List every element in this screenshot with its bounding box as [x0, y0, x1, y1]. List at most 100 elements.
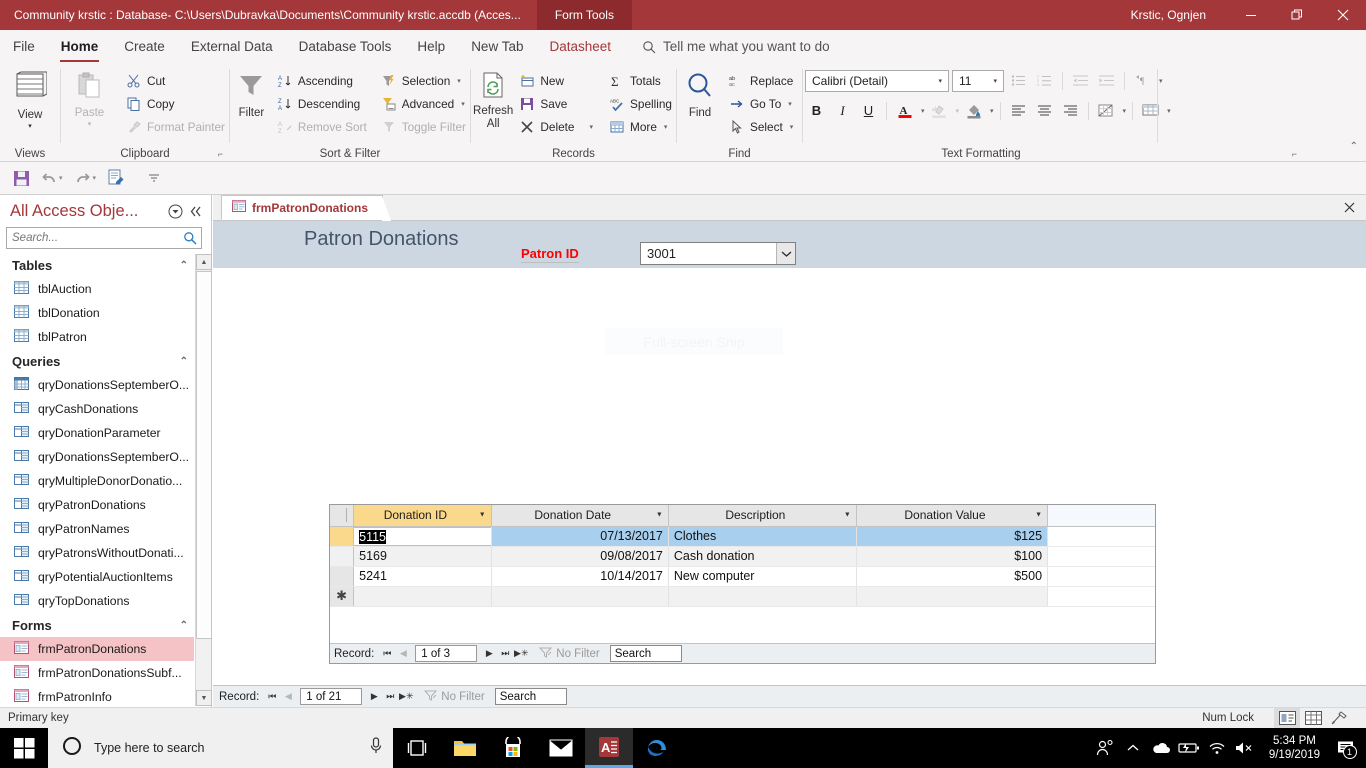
tab-new-tab[interactable]: New Tab — [458, 30, 536, 63]
nav-item-qrypatronnames[interactable]: qryPatronNames — [0, 517, 194, 541]
volume-muted-icon[interactable] — [1231, 728, 1259, 768]
nav-pane-collapse-icon[interactable] — [185, 205, 205, 218]
scrollbar-thumb[interactable] — [196, 271, 212, 639]
access-button[interactable]: A — [585, 728, 633, 768]
nav-group-queries[interactable]: Queries ⌃ — [0, 349, 194, 373]
first-record-button[interactable]: ⏮ — [379, 646, 395, 662]
tab-database-tools[interactable]: Database Tools — [286, 30, 405, 63]
chevron-down-icon[interactable]: ▼ — [1035, 512, 1042, 519]
document-tab-frmpatrondonations[interactable]: frmPatronDonations — [221, 195, 392, 221]
alternate-row-color-button[interactable] — [1095, 99, 1118, 122]
people-icon[interactable] — [1091, 728, 1119, 768]
row-selector[interactable] — [330, 526, 355, 547]
nav-item-qrymultipledonordonations[interactable]: qryMultipleDonorDonatio... — [0, 469, 194, 493]
minimize-button[interactable] — [1228, 0, 1274, 30]
copy-button[interactable]: Copy — [122, 93, 229, 115]
onedrive-icon[interactable] — [1147, 728, 1175, 768]
nav-pane-menu-icon[interactable] — [165, 204, 185, 219]
more-button[interactable]: More ▾ — [605, 116, 676, 138]
nav-pane-scrollbar[interactable]: ▲ ▼ — [195, 254, 212, 706]
collapse-ribbon-button[interactable]: ⌃ — [1350, 141, 1358, 152]
cell-description[interactable]: New computer — [668, 566, 857, 587]
mail-button[interactable] — [537, 728, 585, 768]
chevron-up-icon[interactable]: ⌃ — [180, 356, 188, 367]
form-search-box[interactable]: Search — [494, 688, 567, 705]
record-position-box[interactable]: 1 of 3 — [415, 645, 478, 662]
start-button[interactable] — [0, 728, 48, 768]
selection-button[interactable]: Selection ▾ — [377, 70, 470, 92]
cell-donation-id[interactable]: 5241 — [353, 566, 492, 587]
new-record-row[interactable]: ✱ — [330, 586, 1155, 607]
microphone-icon[interactable] — [369, 736, 383, 760]
cell-donation-value-new[interactable] — [856, 586, 1049, 607]
microsoft-store-button[interactable] — [489, 728, 537, 768]
select-all-corner[interactable] — [330, 505, 355, 527]
bold-button[interactable]: B — [805, 99, 828, 122]
column-header-description[interactable]: Description ▼ — [668, 505, 857, 527]
close-button[interactable] — [1320, 0, 1366, 30]
bullets-button[interactable] — [1007, 69, 1030, 92]
paste-button[interactable]: Paste ▾ — [61, 68, 118, 128]
table-row[interactable]: 5241 10/14/2017 New computer $500 — [330, 566, 1155, 587]
cell-donation-id[interactable]: 5169 — [353, 546, 492, 567]
nav-group-tables[interactable]: Tables ⌃ — [0, 253, 194, 277]
column-header-donation-id[interactable]: Donation ID ▼ — [353, 505, 492, 527]
select-button[interactable]: Select ▾ — [725, 116, 797, 138]
decrease-indent-button[interactable] — [1069, 69, 1092, 92]
row-selector[interactable] — [330, 566, 355, 587]
numbering-button[interactable]: 123 — [1033, 69, 1056, 92]
form-view-button[interactable] — [1274, 708, 1300, 728]
scroll-down-arrow-icon[interactable]: ▼ — [196, 690, 212, 706]
task-view-button[interactable] — [393, 728, 441, 768]
nav-item-frmpatroninfo[interactable]: frmPatronInfo — [0, 685, 194, 707]
first-record-button[interactable]: ⏮ — [264, 689, 280, 705]
nav-item-tblpatron[interactable]: tblPatron — [0, 325, 194, 349]
tab-file[interactable]: File — [0, 30, 48, 63]
last-record-button[interactable]: ⏭ — [382, 689, 398, 705]
filter-button[interactable]: Filter — [230, 68, 273, 120]
edge-button[interactable] — [633, 728, 681, 768]
gridlines-button[interactable] — [1139, 99, 1162, 122]
advanced-button[interactable]: Advanced ▾ — [377, 93, 470, 115]
nav-item-tbldonation[interactable]: tblDonation — [0, 301, 194, 325]
chevron-down-icon[interactable]: ▾ — [59, 174, 63, 182]
text-direction-button[interactable]: ¶ — [1131, 69, 1154, 92]
cell-donation-id-new[interactable] — [353, 586, 492, 607]
datasheet-search-box[interactable]: Search — [609, 645, 682, 662]
patron-id-combobox[interactable]: 3001 — [640, 242, 796, 265]
delete-record-button[interactable]: Delete ▾ — [515, 116, 597, 138]
nav-item-qrydonationsseptember[interactable]: qryDonationsSeptemberO... — [0, 445, 194, 469]
nav-search-box[interactable] — [6, 227, 202, 249]
new-record-button[interactable]: ▶✳ — [398, 689, 414, 705]
font-name-combo[interactable]: Calibri (Detail) ▾ — [805, 69, 949, 92]
chevron-down-icon[interactable]: ▼ — [844, 512, 851, 519]
align-center-button[interactable] — [1033, 99, 1056, 122]
font-color-button[interactable]: A — [893, 99, 916, 122]
notification-center-button[interactable]: 1 — [1330, 728, 1362, 768]
italic-button[interactable]: I — [831, 99, 854, 122]
last-record-button[interactable]: ⏭ — [497, 646, 513, 662]
chevron-down-icon[interactable]: ▼ — [479, 512, 486, 519]
nav-item-frmpatrondonations[interactable]: frmPatronDonations — [0, 637, 194, 661]
nav-item-qrycashdonations[interactable]: qryCashDonations — [0, 397, 194, 421]
background-color-button[interactable] — [962, 99, 985, 122]
sort-ascending-button[interactable]: AZ Ascending — [273, 70, 371, 92]
nav-item-tblauction[interactable]: tblAuction — [0, 277, 194, 301]
qat-customize-button[interactable] — [141, 165, 167, 191]
battery-charging-icon[interactable] — [1175, 728, 1203, 768]
show-hidden-icons-chevron-icon[interactable] — [1119, 728, 1147, 768]
search-icon[interactable] — [179, 231, 201, 245]
goto-button[interactable]: Go To ▾ — [725, 93, 797, 115]
save-record-button[interactable]: Save — [515, 93, 597, 115]
account-user-name[interactable]: Krstic, Ognjen — [1131, 8, 1206, 22]
tab-help[interactable]: Help — [404, 30, 458, 63]
wifi-icon[interactable] — [1203, 728, 1231, 768]
highlight-button[interactable]: ab — [928, 99, 951, 122]
tab-home[interactable]: Home — [48, 30, 112, 63]
underline-button[interactable]: U — [857, 99, 880, 122]
file-explorer-button[interactable] — [441, 728, 489, 768]
nav-item-qrydonationparameter[interactable]: qryDonationParameter — [0, 421, 194, 445]
column-header-donation-date[interactable]: Donation Date ▼ — [491, 505, 669, 527]
new-record-button[interactable]: ▶✳ — [513, 646, 529, 662]
tab-external-data[interactable]: External Data — [178, 30, 286, 63]
